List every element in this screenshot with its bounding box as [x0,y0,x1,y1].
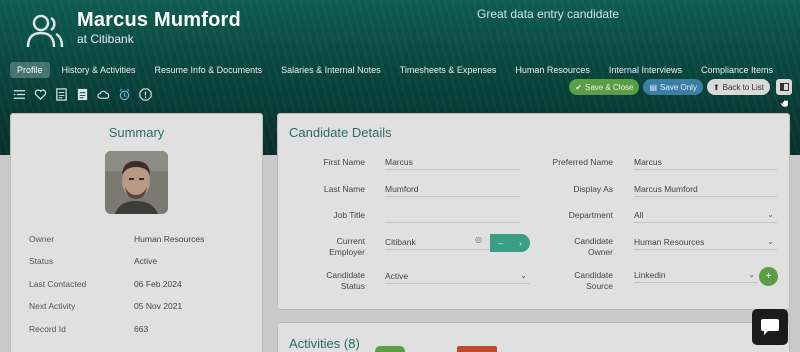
arrow-up-icon: ⬆ [712,82,720,92]
last-name-field[interactable]: Mumford [385,181,520,197]
candidate-photo-image [105,151,168,214]
chevron-down-icon: ⌄ [767,237,774,246]
toolbar-icons [13,88,160,101]
candidate-status-label: Candidate Status [326,270,365,291]
chevron-down-icon: ⌄ [767,210,774,219]
add-activity-button[interactable] [375,346,405,352]
current-employer-label: Current Employer [329,236,365,257]
heart-icon[interactable] [34,88,47,101]
check-icon: ✔ [575,82,582,92]
candidate-photo [105,151,168,214]
chevron-down-icon: ⌄ [748,270,755,279]
summary-row-owner: Owner Human Resources [29,234,205,244]
last-name-label: Last Name [323,184,365,194]
summary-row-record-id: Record Id 663 [29,324,149,334]
candidate-name: Marcus Mumford [77,9,241,31]
list-icon[interactable] [13,88,26,101]
details-title: Candidate Details [289,125,392,140]
document-filled-icon[interactable] [76,88,89,101]
save-only-button[interactable]: ▤ Save Only [643,79,703,95]
panel-toggle-button[interactable] [776,79,792,95]
add-source-button[interactable]: + [759,267,778,286]
summary-panel: Summary Owner Human Resources Status Act… [10,113,263,352]
profile-tabs: Profile History & Activities Resume Info… [10,61,785,79]
chat-button[interactable] [752,309,788,345]
candidate-owner-select[interactable]: Human Resources ⌄ [634,234,777,250]
chat-icon [761,319,779,335]
candidate-company: at Citibank [77,32,134,46]
tab-internal-interviews[interactable]: Internal Interviews [602,62,689,78]
tab-human-resources[interactable]: Human Resources [508,62,597,78]
save-close-button[interactable]: ✔ Save & Close [569,79,640,95]
cloud-icon[interactable] [97,88,110,101]
candidate-source-select[interactable]: Linkedin ⌄ [634,267,758,283]
job-title-label: Job Title [333,210,365,220]
first-name-field[interactable]: Marcus [385,154,520,170]
action-buttons: ✔ Save & Close ▤ Save Only ⬆ Back to Lis… [565,79,792,95]
plus-icon: + [765,271,772,282]
view-icon[interactable]: ◎ [475,235,482,244]
summary-row-next-activity: Next Activity 05 Nov 2021 [29,301,183,311]
tab-profile[interactable]: Profile [10,62,50,78]
tab-history-activities[interactable]: History & Activities [55,62,143,78]
back-to-list-button[interactable]: ⬆ Back to List [706,79,770,95]
tab-salaries-notes[interactable]: Salaries & Internal Notes [274,62,388,78]
department-label: Department [568,210,613,220]
candidate-details-panel: Candidate Details First Name Marcus Pref… [277,113,790,310]
preferred-name-field[interactable]: Marcus [634,154,777,170]
panel-icon [779,83,789,91]
save-icon: ▤ [649,82,658,92]
activity-filter-button[interactable] [457,346,497,352]
summary-row-last-contacted: Last Contacted 06 Feb 2024 [29,279,182,289]
candidate-tagline: Great data entry candidate [477,7,620,21]
display-as-field[interactable]: Marcus Mumford [634,181,777,197]
minus-icon[interactable]: – [498,239,502,248]
document-icon[interactable] [55,88,68,101]
preferred-name-label: Preferred Name [552,157,613,167]
candidate-source-label: Candidate Source [574,270,613,291]
display-as-label: Display As [573,184,613,194]
summary-row-status: Status Active [29,256,158,266]
hand-cursor-icon [780,96,789,108]
job-title-field[interactable] [385,207,520,223]
tab-compliance-items[interactable]: Compliance Items [694,62,780,78]
tab-resume-documents[interactable]: Resume Info & Documents [148,62,270,78]
first-name-label: First Name [323,157,365,167]
candidate-status-select[interactable]: Active ⌄ [385,268,530,284]
user-group-icon [26,14,64,48]
tab-timesheets-expenses[interactable]: Timesheets & Expenses [393,62,504,78]
candidate-owner-label: Candidate Owner [574,236,613,257]
alarm-icon[interactable] [118,88,131,101]
activities-panel: Activities (8) [277,322,790,352]
department-select[interactable]: All ⌄ [634,207,777,223]
activities-title: Activities (8) [289,336,360,351]
summary-title: Summary [108,125,165,140]
alert-icon[interactable] [139,88,152,101]
